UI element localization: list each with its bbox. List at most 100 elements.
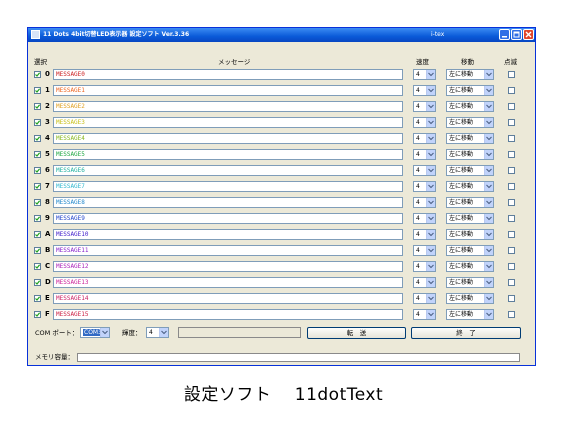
maximize-button[interactable] [511,29,522,40]
message-text: MESSAGE3 [56,119,85,126]
blink-checkbox[interactable] [508,231,515,238]
speed-select[interactable]: 4 [413,197,436,208]
select-checkbox[interactable] [34,199,41,206]
speed-select[interactable]: 4 [413,309,436,320]
message-input[interactable]: MESSAGE0 [53,69,403,80]
message-input[interactable]: MESSAGE8 [53,197,403,208]
message-input[interactable]: MESSAGE13 [53,277,403,288]
blink-checkbox[interactable] [508,311,515,318]
select-checkbox[interactable] [34,167,41,174]
blink-checkbox[interactable] [508,151,515,158]
move-select[interactable]: 左に移動 [446,165,494,176]
select-checkbox[interactable] [34,151,41,158]
message-input[interactable]: MESSAGE10 [53,229,403,240]
blink-checkbox[interactable] [508,295,515,302]
select-checkbox[interactable] [34,247,41,254]
move-select[interactable]: 左に移動 [446,245,494,256]
message-input[interactable]: MESSAGE5 [53,149,403,160]
speed-select[interactable]: 4 [413,133,436,144]
blink-checkbox[interactable] [508,279,515,286]
message-input[interactable]: MESSAGE14 [53,293,403,304]
move-select[interactable]: 左に移動 [446,85,494,96]
speed-select[interactable]: 4 [413,261,436,272]
speed-select[interactable]: 4 [413,293,436,304]
com-port-select[interactable]: COM3 [80,327,110,338]
blink-checkbox[interactable] [508,71,515,78]
speed-select[interactable]: 4 [413,181,436,192]
select-checkbox[interactable] [34,71,41,78]
speed-select[interactable]: 4 [413,101,436,112]
speed-select[interactable]: 4 [413,245,436,256]
move-value: 左に移動 [449,87,474,94]
blink-checkbox[interactable] [508,263,515,270]
move-select[interactable]: 左に移動 [446,277,494,288]
message-input[interactable]: MESSAGE9 [53,213,403,224]
message-text: MESSAGE15 [56,311,89,318]
move-value: 左に移動 [449,199,474,206]
move-value: 左に移動 [449,263,474,270]
select-checkbox[interactable] [34,311,41,318]
move-select[interactable]: 左に移動 [446,293,494,304]
move-select[interactable]: 左に移動 [446,197,494,208]
message-input[interactable]: MESSAGE1 [53,85,403,96]
blink-checkbox[interactable] [508,87,515,94]
move-select[interactable]: 左に移動 [446,229,494,240]
minimize-button[interactable] [499,29,510,40]
send-button[interactable]: 転 送 [307,327,406,339]
select-checkbox[interactable] [34,263,41,270]
message-input[interactable]: MESSAGE11 [53,245,403,256]
move-select[interactable]: 左に移動 [446,149,494,160]
exit-button[interactable]: 終 了 [411,327,521,339]
move-select[interactable]: 左に移動 [446,181,494,192]
select-checkbox[interactable] [34,215,41,222]
message-input[interactable]: MESSAGE12 [53,261,403,272]
message-input[interactable]: MESSAGE7 [53,181,403,192]
blink-checkbox[interactable] [508,199,515,206]
select-checkbox[interactable] [34,279,41,286]
move-select[interactable]: 左に移動 [446,117,494,128]
select-checkbox[interactable] [34,183,41,190]
message-text: MESSAGE13 [56,279,89,286]
move-select[interactable]: 左に移動 [446,133,494,144]
message-input[interactable]: MESSAGE4 [53,133,403,144]
move-select[interactable]: 左に移動 [446,213,494,224]
speed-value: 4 [416,151,420,158]
message-input[interactable]: MESSAGE6 [53,165,403,176]
speed-select[interactable]: 4 [413,69,436,80]
move-select[interactable]: 左に移動 [446,69,494,80]
blink-checkbox[interactable] [508,215,515,222]
blink-checkbox[interactable] [508,135,515,142]
speed-select[interactable]: 4 [413,277,436,288]
move-value: 左に移動 [449,183,474,190]
speed-select[interactable]: 4 [413,85,436,96]
message-input[interactable]: MESSAGE2 [53,101,403,112]
speed-select[interactable]: 4 [413,213,436,224]
blink-checkbox[interactable] [508,183,515,190]
chevron-down-icon [484,246,493,255]
select-checkbox[interactable] [34,87,41,94]
move-select[interactable]: 左に移動 [446,309,494,320]
select-checkbox[interactable] [34,103,41,110]
title-bar[interactable]: 11 Dots 4bit切替LED表示器 設定ソフト Ver.3.36 i-te… [28,28,535,42]
move-select[interactable]: 左に移動 [446,101,494,112]
blink-checkbox[interactable] [508,247,515,254]
select-checkbox[interactable] [34,231,41,238]
move-select[interactable]: 左に移動 [446,261,494,272]
brightness-select[interactable]: 4 [146,327,169,338]
blink-checkbox[interactable] [508,119,515,126]
speed-select[interactable]: 4 [413,117,436,128]
blink-checkbox[interactable] [508,167,515,174]
app-icon[interactable] [31,30,40,39]
select-checkbox[interactable] [34,295,41,302]
speed-select[interactable]: 4 [413,229,436,240]
blink-checkbox[interactable] [508,103,515,110]
select-checkbox[interactable] [34,119,41,126]
select-checkbox[interactable] [34,135,41,142]
close-button[interactable] [523,29,534,40]
speed-select[interactable]: 4 [413,149,436,160]
message-input[interactable]: MESSAGE15 [53,309,403,320]
row-id: 4 [45,134,50,142]
speed-select[interactable]: 4 [413,165,436,176]
chevron-down-icon [426,118,435,127]
message-input[interactable]: MESSAGE3 [53,117,403,128]
